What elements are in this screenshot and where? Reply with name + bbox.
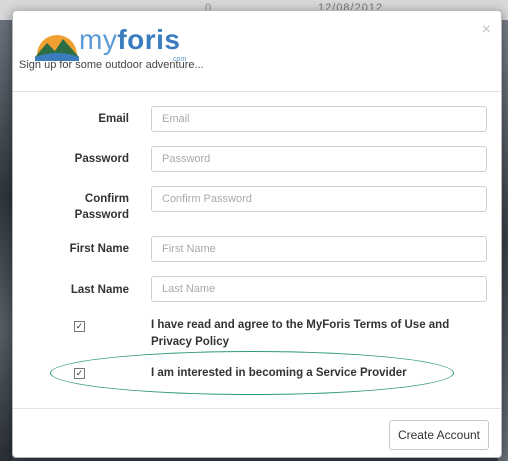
mountain-sunrise-icon [35,35,79,61]
last-name-field[interactable] [151,276,487,302]
confirm-password-label-line2: Password [74,209,129,221]
confirm-password-label: Confirm Password [19,191,129,223]
first-name-label: First Name [69,243,129,255]
create-account-button[interactable]: Create Account [389,420,489,450]
terms-row: ✓ I have read and agree to the MyForis T… [13,317,501,351]
brand-name-bold: foris [117,24,181,55]
background-left-edge [0,20,12,461]
email-field[interactable] [151,106,487,132]
confirm-password-label-line1: Confirm [84,193,129,205]
first-name-field[interactable] [151,236,487,262]
modal-header: myforis .com Sign up for some outdoor ad… [13,11,501,92]
brand-name-light: my [79,24,118,55]
confirm-password-field[interactable] [151,186,487,212]
last-name-label: Last Name [70,284,129,296]
brand-wordmark: myforis [79,24,181,56]
password-label: Password [74,153,129,165]
highlight-ellipse [50,351,454,395]
tagline: Sign up for some outdoor adventure... [19,59,204,71]
close-icon[interactable]: × [482,21,491,39]
footer-divider [13,408,501,409]
terms-text: I have read and agree to the MyForis Ter… [151,319,450,348]
password-field[interactable] [151,146,487,172]
terms-checkbox[interactable]: ✓ [74,321,85,332]
email-label: Email [98,113,129,125]
signup-modal: myforis .com Sign up for some outdoor ad… [12,10,502,458]
